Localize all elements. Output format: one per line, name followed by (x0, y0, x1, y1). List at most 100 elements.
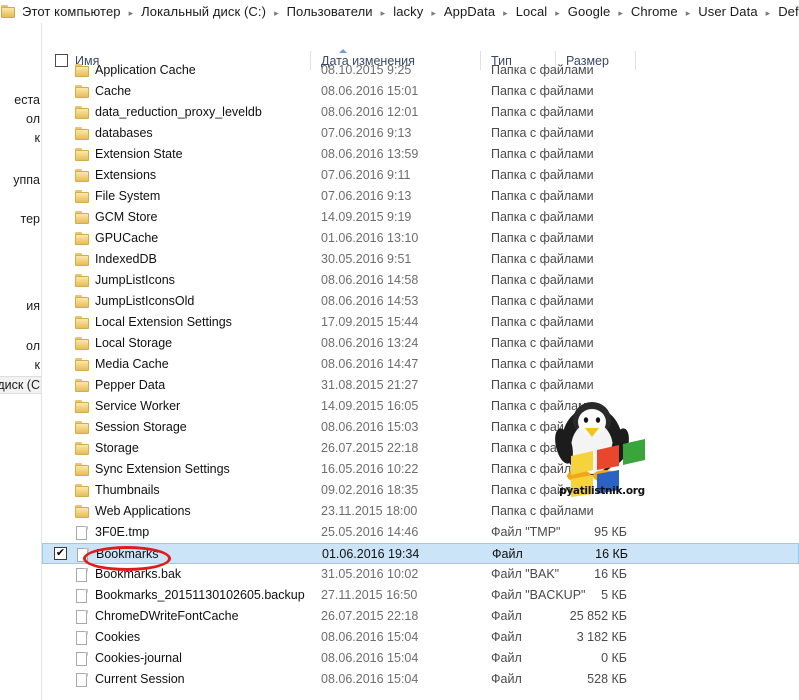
nav-item[interactable]: ол (26, 112, 41, 126)
folder-icon (75, 505, 90, 519)
breadcrumb-separator-icon: ▸ (380, 8, 386, 18)
table-row[interactable]: Local Extension Settings 17.09.2015 15:44… (42, 312, 799, 333)
table-row[interactable]: GPUCache 01.06.2016 13:10 Папка с файлами (42, 228, 799, 249)
file-name: 3F0E.tmp (95, 525, 150, 539)
navigation-pane[interactable]: еста ол к уппа тер ия ол к диск (C (0, 23, 41, 700)
table-row[interactable]: GCM Store 14.09.2015 9:19 Папка с файлами (42, 207, 799, 228)
column-header-row[interactable]: Имя Дата изменения Тип Размер (42, 23, 799, 70)
folder-icon (75, 190, 90, 204)
nav-item[interactable]: ол (26, 339, 41, 353)
table-row[interactable]: Service Worker 14.09.2015 16:05 Папка с фа… (42, 396, 799, 417)
file-name: Sync Extension Settings (95, 462, 230, 476)
table-row[interactable]: Bookmarks_20151130102605.backup 27.11.201… (42, 585, 799, 606)
nav-item[interactable]: ия (26, 299, 41, 313)
table-row[interactable]: File System 07.06.2016 9:13 Папка с файлам… (42, 186, 799, 207)
table-row[interactable]: Storage 26.07.2015 22:18 Папка с файлами (42, 438, 799, 459)
folder-icon (75, 169, 90, 183)
file-type: Папка с файлами (491, 273, 594, 287)
folder-icon (75, 253, 90, 267)
file-type: Папка с файлами (491, 231, 594, 245)
breadcrumb-item[interactable]: lacky (391, 4, 425, 19)
file-name: Service Worker (95, 399, 181, 413)
file-date-modified: 08.10.2015 9:25 (321, 63, 412, 77)
file-date-modified: 08.06.2016 15:04 (321, 630, 419, 644)
folder-icon (75, 127, 90, 141)
nav-item-selected[interactable]: диск (C (0, 376, 41, 394)
table-row[interactable]: ChromeDWriteFontCache 26.07.2015 22:18 Фай… (42, 606, 799, 627)
folder-icon (75, 106, 90, 120)
breadcrumb[interactable]: Этот компьютер ▸ Локальный диск (C:) ▸ Польз… (20, 4, 799, 19)
folder-icon (75, 232, 90, 246)
table-row[interactable]: Cookies 08.06.2016 15:04 Файл 3 182 КБ (42, 627, 799, 648)
folder-icon (75, 274, 90, 288)
file-date-modified: 08.06.2016 14:58 (321, 273, 419, 287)
file-date-modified: 23.11.2015 18:00 (321, 504, 418, 518)
file-name: databases (95, 126, 153, 140)
table-row[interactable]: databases 07.06.2016 9:13 Папка с файлами (42, 123, 799, 144)
file-type: Папка с файлами (491, 189, 594, 203)
file-name: Cookies (95, 630, 141, 644)
file-name: Media Cache (95, 357, 169, 371)
table-row[interactable]: IndexedDB 30.05.2016 9:51 Папка с файлами (42, 249, 799, 270)
table-row[interactable]: Thumbnails 09.02.2016 18:35 Папка с файлам… (42, 480, 799, 501)
file-list[interactable]: Application Cache 08.10.2015 9:25 Папка с … (42, 60, 799, 700)
table-row[interactable]: Cache 08.06.2016 15:01 Папка с файлами (42, 81, 799, 102)
breadcrumb-item[interactable]: Chrome (629, 4, 680, 19)
file-date-modified: 17.09.2015 15:44 (321, 315, 419, 329)
breadcrumb-item[interactable]: AppData (442, 4, 497, 19)
nav-item[interactable]: еста (14, 93, 41, 107)
file-date-modified: 25.05.2016 14:46 (321, 525, 419, 539)
file-date-modified: 08.06.2016 12:01 (321, 105, 419, 119)
folder-icon (75, 211, 90, 225)
file-name: Bookmarks_20151130102605.backup (95, 588, 305, 602)
breadcrumb-item[interactable]: Пользователи (285, 4, 375, 19)
table-row[interactable]: ✔ Bookmarks 01.06.2016 19:34 Файл 16 КБ (42, 543, 799, 564)
nav-item[interactable]: уппа (13, 173, 41, 187)
file-date-modified: 07.06.2016 9:13 (321, 189, 412, 203)
file-type: Папка с файлами (491, 126, 594, 140)
table-row[interactable]: Web Applications 23.11.2015 18:00 Папка с … (42, 501, 799, 522)
breadcrumb-item[interactable]: User Data (696, 4, 759, 19)
breadcrumb-separator-icon: ▸ (685, 8, 691, 18)
folder-icon (75, 316, 90, 330)
file-type: Папка с файлами (491, 315, 594, 329)
file-size: 95 КБ (594, 525, 627, 539)
table-row[interactable]: Media Cache 08.06.2016 14:47 Папка с файла… (42, 354, 799, 375)
file-icon (75, 568, 90, 582)
file-date-modified: 14.09.2015 16:05 (321, 399, 419, 413)
table-row[interactable]: Local Storage 08.06.2016 13:24 Папка с фай… (42, 333, 799, 354)
breadcrumb-item[interactable]: Default (776, 4, 799, 19)
file-type: Папка с файлами (491, 147, 594, 161)
file-date-modified: 26.07.2015 22:18 (321, 609, 419, 623)
file-type: Папка с файлами (491, 210, 594, 224)
file-type: Папка с файлами (491, 84, 594, 98)
file-date-modified: 08.06.2016 15:01 (321, 84, 419, 98)
table-row[interactable]: Application Cache 08.10.2015 9:25 Папка с … (42, 60, 799, 81)
breadcrumb-separator-icon: ▸ (765, 8, 771, 18)
table-row[interactable]: Cookies-journal 08.06.2016 15:04 Файл 0 КБ (42, 648, 799, 669)
breadcrumb-item[interactable]: Локальный диск (C:) (139, 4, 268, 19)
table-row[interactable]: Extensions 07.06.2016 9:11 Папка с файлами (42, 165, 799, 186)
file-size: 16 КБ (595, 547, 628, 561)
table-row[interactable]: Extension State 08.06.2016 13:59 Папка с ф… (42, 144, 799, 165)
table-row[interactable]: Session Storage 08.06.2016 15:03 Папка с ф… (42, 417, 799, 438)
row-checkbox[interactable]: ✔ (54, 547, 67, 560)
table-row[interactable]: data_reduction_proxy_leveldb 08.06.2016 1… (42, 102, 799, 123)
table-row[interactable]: Pepper Data 31.08.2015 21:27 Папка с файла… (42, 375, 799, 396)
table-row[interactable]: Sync Extension Settings 16.05.2016 10:22 П… (42, 459, 799, 480)
file-name: data_reduction_proxy_leveldb (95, 105, 262, 119)
file-name: Current Session (95, 672, 185, 686)
table-row[interactable]: JumpListIcons 08.06.2016 14:58 Папка с фай… (42, 270, 799, 291)
table-row[interactable]: 3F0E.tmp 25.05.2016 14:46 Файл "TMP" 95 КБ (42, 522, 799, 543)
table-row[interactable]: Current Session 08.06.2016 15:04 Файл 528 К… (42, 669, 799, 690)
breadcrumb-bar[interactable]: Этот компьютер ▸ Локальный диск (C:) ▸ Польз… (0, 0, 799, 23)
breadcrumb-item[interactable]: Этот компьютер (20, 4, 123, 19)
breadcrumb-item[interactable]: Google (566, 4, 613, 19)
table-row[interactable]: JumpListIconsOld 08.06.2016 14:53 Папка с … (42, 291, 799, 312)
nav-item[interactable]: тер (21, 212, 42, 226)
file-name: Session Storage (95, 420, 187, 434)
breadcrumb-separator-icon: ▸ (431, 8, 436, 18)
breadcrumb-item[interactable]: Local (514, 4, 550, 19)
table-row[interactable]: Bookmarks.bak 31.05.2016 10:02 Файл "BAK" 1… (42, 564, 799, 585)
file-type: Папка с файлами (491, 252, 594, 266)
